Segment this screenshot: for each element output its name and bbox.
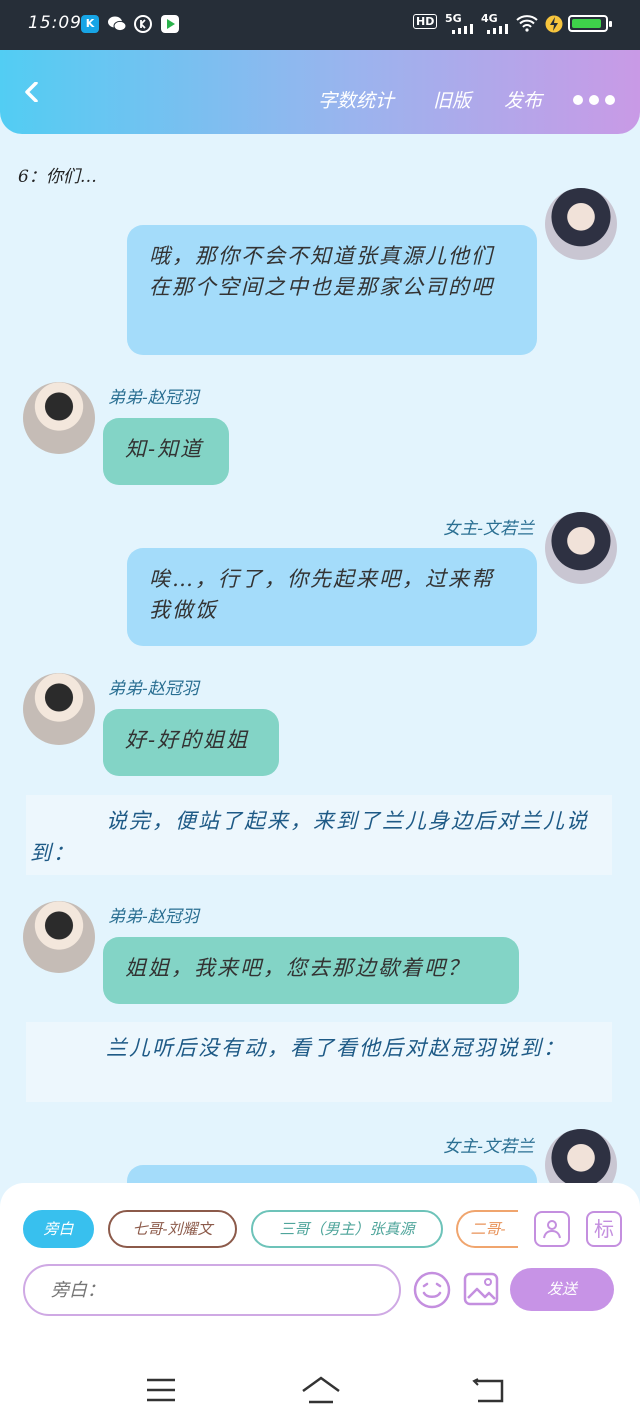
send-button[interactable]: 发送 <box>510 1268 614 1311</box>
pinned-line: 6：你们… <box>18 167 97 187</box>
system-nav-bar <box>0 1353 640 1427</box>
wechat-icon <box>108 16 127 32</box>
battery-icon <box>568 15 612 32</box>
charging-icon <box>545 15 563 33</box>
message-bubble[interactable] <box>127 1165 537 1184</box>
menu-icon[interactable] <box>145 1377 177 1403</box>
tag-icon[interactable]: 标 <box>586 1211 622 1247</box>
home-icon[interactable] <box>300 1375 342 1405</box>
back-chevron-icon[interactable] <box>22 82 42 102</box>
speaker-name: 女主-文若兰 <box>443 519 534 539</box>
video-app-icon <box>161 15 179 33</box>
avatar-brother[interactable] <box>23 382 95 454</box>
app-header: 字数统计 旧版 发布 <box>0 50 640 134</box>
speaker-name: 女主-文若兰 <box>443 1137 534 1157</box>
image-picker-icon[interactable] <box>463 1271 499 1307</box>
message-bubble[interactable]: 哦，那你不会不知道张真源儿他们在那个空间之中也是那家公司的吧 <box>127 225 537 355</box>
speaker-name: 弟弟-赵冠羽 <box>108 907 199 927</box>
back-icon[interactable] <box>472 1377 504 1405</box>
role-chip-narrator[interactable]: 旁白 <box>23 1210 94 1248</box>
speaker-name: 弟弟-赵冠羽 <box>108 679 199 699</box>
signal-icon <box>452 24 473 34</box>
battery-nub <box>609 21 612 27</box>
signal-icon <box>487 24 508 34</box>
role-chip-third-brother[interactable]: 三哥（男主）张真源 <box>251 1210 443 1248</box>
message-bubble[interactable]: 知-知道 <box>103 418 229 485</box>
more-options-icon[interactable] <box>573 90 621 109</box>
composer-panel: 旁白 七哥-刘耀文 三哥（男主）张真源 二哥- 标 发送 <box>0 1183 640 1353</box>
narration-block[interactable]: 兰儿听后没有动，看了看他后对赵冠羽说到： <box>26 1022 612 1102</box>
narration-block[interactable]: 说完，便站了起来，来到了兰儿身边后对兰儿说到： <box>26 795 612 875</box>
role-chip-seventh-brother[interactable]: 七哥-刘耀文 <box>108 1210 237 1248</box>
old-version-button[interactable]: 旧版 <box>433 86 471 113</box>
status-bar: 15:09 K HD 5G 4G <box>0 0 640 50</box>
message-bubble[interactable]: 唉…，行了，你先起来吧，过来帮我做饭 <box>127 548 537 646</box>
role-chip-second-brother[interactable]: 二哥- <box>456 1210 518 1248</box>
status-time: 15:09 <box>28 13 82 33</box>
k-circle-icon <box>134 15 152 33</box>
speaker-name: 弟弟-赵冠羽 <box>108 388 199 408</box>
chat-area[interactable]: 6：你们… 哦，那你不会不知道张真源儿他们在那个空间之中也是那家公司的吧 弟弟-… <box>0 134 640 1184</box>
avatar-brother[interactable] <box>23 901 95 973</box>
kuai-app-icon: K <box>81 15 99 33</box>
avatar-female-lead[interactable] <box>545 512 617 584</box>
battery-fill <box>572 19 601 28</box>
message-input[interactable] <box>23 1264 401 1316</box>
word-count-button[interactable]: 字数统计 <box>318 86 394 113</box>
network-hd-label: HD <box>413 14 438 29</box>
emoji-icon[interactable] <box>413 1271 451 1309</box>
avatar-female-lead[interactable] <box>545 1129 617 1184</box>
avatar-female-lead[interactable] <box>545 188 617 260</box>
message-bubble[interactable]: 姐姐，我来吧，您去那边歇着吧？ <box>103 937 519 1004</box>
publish-button[interactable]: 发布 <box>504 86 542 113</box>
avatar-brother[interactable] <box>23 673 95 745</box>
character-manage-icon[interactable] <box>534 1211 570 1247</box>
wifi-icon <box>516 15 538 32</box>
message-bubble[interactable]: 好-好的姐姐 <box>103 709 279 776</box>
